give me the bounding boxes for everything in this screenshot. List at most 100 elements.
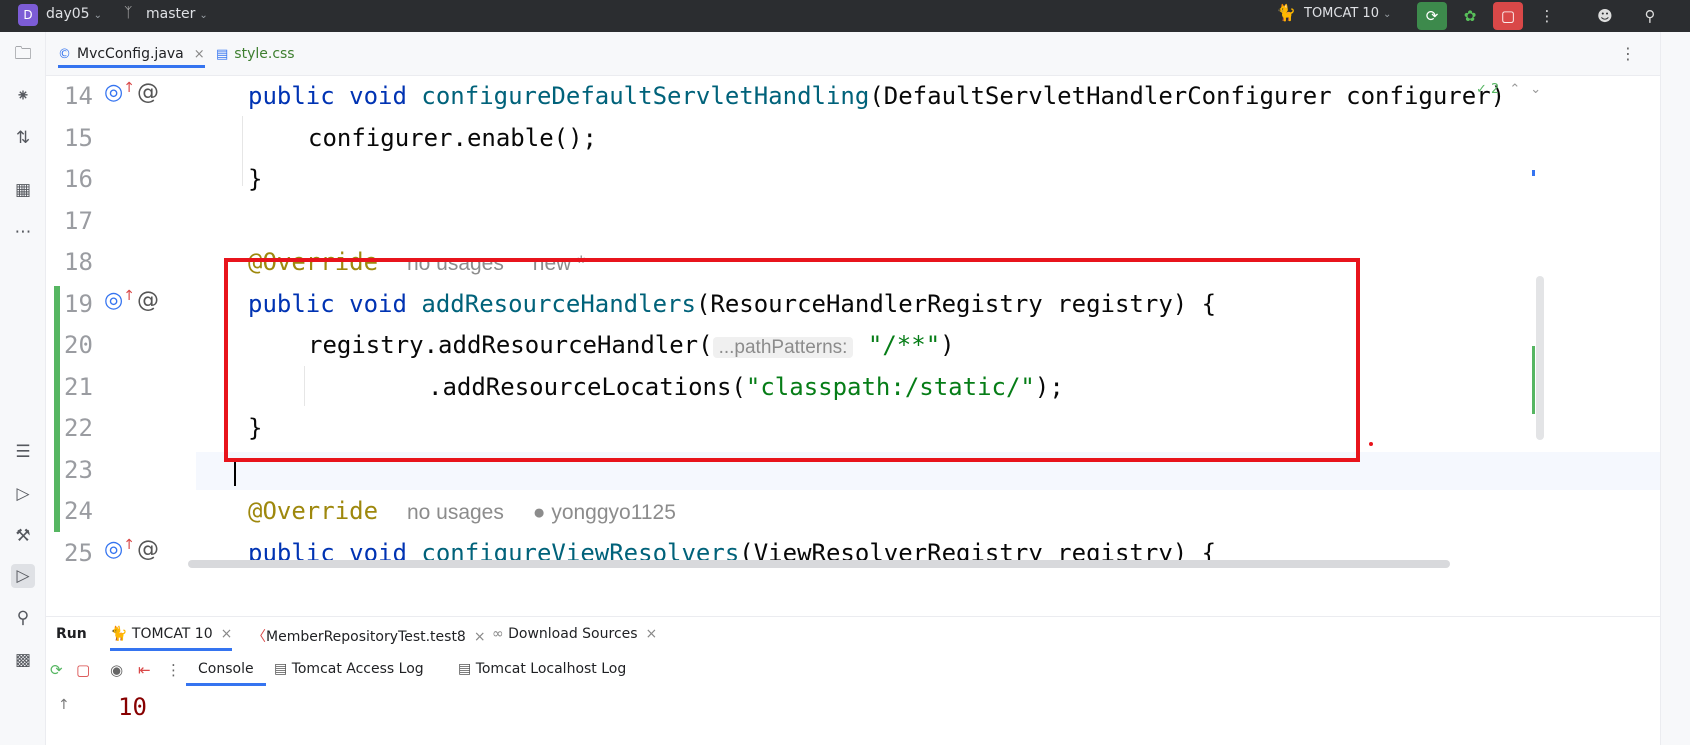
run-panel-title: Run: [56, 626, 87, 642]
chevron-up-icon[interactable]: ⌃: [1509, 82, 1520, 97]
tab-style-css[interactable]: ▤ style.css: [216, 40, 295, 68]
override-gutter-icon[interactable]: ◎↑@: [104, 80, 159, 105]
add-user-button[interactable]: ☻: [1590, 2, 1620, 30]
right-tool-strip: [1660, 32, 1690, 745]
more-actions-button[interactable]: ⋮: [1532, 2, 1562, 30]
line-number: 20: [64, 331, 93, 359]
cat-icon: 🐈: [110, 626, 128, 642]
camera-icon[interactable]: ◉: [110, 661, 123, 679]
log-icon: ▤: [274, 661, 288, 677]
link-icon: ∞: [492, 626, 504, 642]
stop-icon: ▢: [1500, 7, 1516, 25]
red-highlight-box: [224, 258, 1360, 462]
run-icon[interactable]: ▷: [11, 564, 35, 588]
terminal-icon[interactable]: ▩: [11, 648, 35, 672]
line-number: 17: [64, 207, 93, 235]
rerun-icon: ⟳: [1425, 7, 1439, 25]
add-user-icon: ☻: [1597, 7, 1613, 25]
left-tool-strip: 🗀 ⁕ ⇅ ▦ ⋯ ☰ ▷ ⚒ ▷ ⚲ ▩: [0, 32, 46, 745]
search-icon: ⚲: [1644, 7, 1656, 25]
scroll-up-icon[interactable]: ↑: [58, 697, 70, 713]
structure-icon[interactable]: ▦: [11, 178, 35, 202]
tab-mvcconfig[interactable]: © MvcConfig.java ×: [58, 40, 205, 68]
project-name: day05: [46, 6, 90, 22]
red-dot: [1369, 442, 1373, 446]
pull-request-icon[interactable]: ⇅: [11, 126, 35, 150]
tab-label: Tomcat Localhost Log: [475, 661, 627, 677]
tabs-menu-icon[interactable]: ⋮: [1620, 44, 1636, 63]
search-button[interactable]: ⚲: [1635, 2, 1665, 30]
tab-label: MvcConfig.java: [77, 46, 184, 62]
run-tabs: Run 🐈 TOMCAT 10 × 〈MemberRepositoryTest.t…: [46, 617, 1660, 653]
rerun-button[interactable]: ⟳: [1417, 2, 1447, 30]
stop-icon[interactable]: ▢: [76, 661, 90, 679]
code-editor[interactable]: 14 15 16 17 18 19 20 21 22 23 24 25 ◎↑@ …: [46, 76, 1660, 616]
code-line-24: @Override no usages ● yonggyo1125: [248, 497, 676, 525]
line-number: 16: [64, 165, 93, 193]
line-number: 15: [64, 124, 93, 152]
layers-icon[interactable]: ☰: [11, 440, 35, 464]
caret-marker-scroll: [1532, 170, 1535, 176]
editor-tabs: © MvcConfig.java × ▤ style.css ⋮: [46, 32, 1660, 76]
exit-icon[interactable]: ⇤: [138, 661, 151, 679]
css-file-icon: ▤: [216, 47, 229, 62]
chevron-down-icon[interactable]: ⌄: [1530, 82, 1541, 97]
build-icon[interactable]: ⚒: [11, 524, 35, 548]
branch-name: master: [146, 6, 196, 22]
log-icon: ▤: [458, 661, 472, 677]
code-line-15: configurer.enable();: [308, 124, 597, 152]
horizontal-scrollbar[interactable]: [188, 560, 1450, 568]
override-gutter-icon[interactable]: ◎↑@: [104, 537, 159, 562]
code-line-16: }: [248, 165, 263, 193]
tab-tomcat-localhost-log[interactable]: ▤ Tomcat Localhost Log: [458, 661, 626, 677]
stop-button[interactable]: ▢: [1493, 2, 1523, 30]
folder-icon[interactable]: 🗀: [11, 42, 35, 66]
run-config-name: TOMCAT 10: [1304, 6, 1379, 21]
tab-label: TOMCAT 10: [131, 626, 213, 642]
chevron-down-icon: ⌄: [199, 10, 208, 21]
tab-tomcat-access-log[interactable]: ▤ Tomcat Access Log: [274, 661, 424, 677]
run-config-selector[interactable]: TOMCAT 10 ⌄: [1304, 6, 1391, 21]
run-tab-member-test[interactable]: 〈MemberRepositoryTest.test8 ×: [252, 626, 486, 646]
override-gutter-icon[interactable]: ◎↑@: [104, 288, 159, 313]
line-number: 21: [64, 373, 93, 401]
close-icon[interactable]: ×: [221, 626, 233, 642]
cat-icon: 🐈: [1276, 3, 1296, 22]
run-panel: Run 🐈 TOMCAT 10 × 〈MemberRepositoryTest.t…: [46, 616, 1660, 745]
branch-selector[interactable]: master ⌄: [146, 6, 208, 22]
close-icon[interactable]: ×: [194, 47, 205, 62]
find-icon[interactable]: ⚲: [11, 606, 35, 630]
tab-label: MemberRepositoryTest.test8: [266, 629, 466, 645]
chevron-down-icon: ⌄: [93, 10, 102, 21]
tab-console[interactable]: Console: [186, 661, 266, 686]
tab-label: style.css: [234, 46, 295, 62]
author-hint: ● yonggyo1125: [532, 501, 676, 524]
more-icon: ⋮: [1539, 7, 1555, 25]
line-number: 24: [64, 497, 93, 525]
debug-button[interactable]: ✿: [1455, 2, 1485, 30]
indent-guide: [242, 116, 243, 186]
java-class-icon: ©: [58, 47, 71, 62]
line-number: 18: [64, 248, 93, 276]
vertical-scrollbar[interactable]: [1536, 276, 1544, 440]
tab-label: Tomcat Access Log: [291, 661, 424, 677]
title-bar: D day05 ⌄ ᛉ master ⌄ 🐈 TOMCAT 10 ⌄ ⟳ ✿ ▢ ⋮ …: [0, 0, 1690, 32]
text-caret: [234, 458, 236, 486]
inspection-count: 2: [1491, 82, 1500, 97]
tab-label: Download Sources: [508, 626, 638, 642]
run-tab-download-sources[interactable]: ∞ Download Sources ×: [492, 626, 657, 642]
usages-hint: no usages: [406, 501, 504, 524]
commit-icon[interactable]: ⁕: [11, 84, 35, 108]
run-tab-tomcat[interactable]: 🐈 TOMCAT 10 ×: [110, 626, 233, 651]
more-icon[interactable]: ⋯: [11, 220, 35, 244]
services-icon[interactable]: ▷: [11, 482, 35, 506]
debug-icon: ✿: [1463, 7, 1477, 25]
project-badge[interactable]: D: [18, 4, 38, 26]
branch-icon: ᛉ: [124, 5, 133, 21]
rerun-icon[interactable]: ⟳: [50, 661, 63, 679]
project-selector[interactable]: day05 ⌄: [46, 6, 102, 22]
inspection-widget[interactable]: ✓ 2 ⌃ ⌄: [1476, 82, 1541, 97]
more-icon[interactable]: ⋮: [166, 661, 181, 679]
close-icon[interactable]: ×: [474, 629, 486, 645]
close-icon[interactable]: ×: [646, 626, 658, 642]
